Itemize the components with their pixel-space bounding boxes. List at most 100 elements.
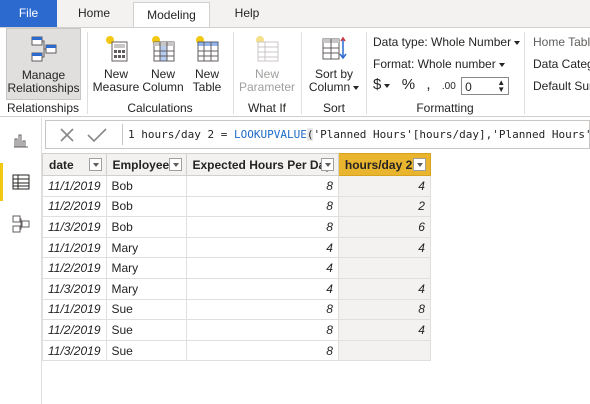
default-summarization-dropdown[interactable]: Default Sur — [533, 79, 590, 93]
column-header-employee[interactable]: Employee — [105, 153, 187, 176]
table-row[interactable]: 11/2/2019 Bob 8 2 — [42, 195, 431, 218]
cell-employee[interactable]: Mary — [105, 277, 187, 300]
data-type-dropdown[interactable]: Data type: Whole Number — [373, 35, 521, 49]
ribbon: Manage Relationships Relationships New M… — [0, 27, 590, 117]
cell-hours-day-2[interactable] — [337, 339, 431, 362]
chevron-down-icon[interactable] — [384, 83, 391, 88]
data-view-button[interactable] — [0, 163, 42, 201]
ribbon-divider — [87, 32, 88, 114]
column-header-expected-hours[interactable]: Expected Hours Per Day — [185, 153, 339, 176]
group-label-sort: Sort — [322, 101, 345, 115]
parameter-icon — [256, 36, 279, 62]
cell-employee[interactable]: Bob — [105, 195, 187, 218]
cell-hours-day-2[interactable]: 6 — [337, 216, 431, 238]
cell-hours-day-2[interactable]: 4 — [337, 277, 431, 300]
model-view-button[interactable] — [0, 205, 42, 243]
formula-line-number: 1 — [128, 128, 135, 141]
table-row[interactable]: 11/3/2019 Sue 8 — [42, 339, 431, 362]
cell-date[interactable]: 11/1/2019 — [42, 298, 107, 321]
cell-date[interactable]: 11/3/2019 — [42, 216, 107, 238]
filter-dropdown-icon[interactable] — [412, 158, 426, 171]
new-measure-label-1: New — [103, 67, 128, 81]
spinner-icon[interactable]: ▲ ▼ — [497, 78, 505, 93]
tab-modeling[interactable]: Modeling — [133, 2, 210, 28]
filter-dropdown-icon[interactable] — [168, 158, 182, 171]
cell-employee[interactable]: Bob — [105, 175, 187, 197]
manage-relationships-button[interactable]: Manage Relationships — [6, 28, 81, 100]
cell-employee[interactable]: Sue — [105, 339, 187, 362]
cell-hours-day-2[interactable]: 4 — [337, 319, 431, 341]
cell-date[interactable]: 11/2/2019 — [42, 257, 107, 279]
relationships-icon — [31, 36, 56, 62]
cell-employee[interactable]: Mary — [105, 257, 187, 279]
data-type-label: Data type: Whole Number — [373, 35, 512, 49]
cell-expected-hours[interactable]: 4 — [185, 257, 339, 279]
cell-employee[interactable]: Sue — [105, 298, 187, 321]
cell-expected-hours[interactable]: 8 — [185, 175, 339, 197]
cell-hours-day-2[interactable]: 4 — [337, 236, 431, 259]
table-row[interactable]: 11/1/2019 Mary 4 4 — [42, 236, 431, 259]
cell-expected-hours[interactable]: 8 — [185, 216, 339, 238]
cell-expected-hours[interactable]: 8 — [185, 195, 339, 218]
view-switcher — [0, 118, 42, 404]
new-column-button[interactable]: New Column — [141, 28, 185, 100]
column-header-hours-day-2[interactable]: hours/day 2 — [337, 153, 431, 176]
new-table-label-1: New — [194, 67, 219, 81]
currency-button[interactable]: $ — [373, 76, 381, 93]
number-format-row: $ % , .00 0 ▲ ▼ — [373, 76, 510, 96]
new-measure-label-2: Measure — [92, 80, 140, 94]
cell-employee[interactable]: Bob — [105, 216, 187, 238]
sort-by-column-button[interactable]: Sort by Column — [306, 28, 362, 100]
sort-by-column-label-1: Sort by — [314, 67, 353, 81]
table-row[interactable]: 11/2/2019 Mary 4 — [42, 257, 431, 279]
tab-file[interactable]: File — [0, 0, 57, 27]
decimals-button[interactable]: .00 — [442, 81, 456, 92]
table-row[interactable]: 11/3/2019 Mary 4 4 — [42, 277, 431, 300]
table-row[interactable]: 11/1/2019 Bob 8 4 — [42, 175, 431, 197]
cell-date[interactable]: 11/3/2019 — [42, 277, 107, 300]
column-header-date[interactable]: date — [42, 153, 107, 176]
data-category-dropdown[interactable]: Data Categ — [533, 57, 590, 71]
report-view-button[interactable] — [0, 121, 42, 159]
cell-expected-hours[interactable]: 8 — [185, 319, 339, 341]
filter-dropdown-icon[interactable] — [320, 158, 334, 171]
cell-date[interactable]: 11/1/2019 — [42, 175, 107, 197]
cell-hours-day-2[interactable] — [337, 257, 431, 279]
cell-employee[interactable]: Mary — [105, 236, 187, 259]
decimal-places-input[interactable]: 0 ▲ ▼ — [461, 76, 510, 95]
new-table-button[interactable]: New Table — [186, 28, 228, 100]
formula-divider — [122, 124, 123, 145]
table-row[interactable]: 11/1/2019 Sue 8 8 — [42, 298, 431, 321]
cell-expected-hours[interactable]: 4 — [185, 236, 339, 259]
comma-button[interactable]: , — [426, 76, 430, 93]
cell-date[interactable]: 11/2/2019 — [42, 195, 107, 218]
percent-button[interactable]: % — [402, 76, 415, 93]
new-measure-button[interactable]: New Measure — [92, 28, 140, 100]
cell-hours-day-2[interactable]: 4 — [337, 175, 431, 197]
commit-check-icon[interactable] — [87, 126, 107, 144]
cell-expected-hours[interactable]: 4 — [185, 277, 339, 300]
tab-home[interactable]: Home — [65, 0, 123, 27]
cell-hours-day-2[interactable]: 8 — [337, 298, 431, 321]
cell-hours-day-2[interactable]: 2 — [337, 195, 431, 218]
cell-date[interactable]: 11/1/2019 — [42, 236, 107, 259]
table-row[interactable]: 11/3/2019 Bob 8 6 — [42, 216, 431, 238]
cell-expected-hours[interactable]: 8 — [185, 339, 339, 362]
cell-expected-hours[interactable]: 8 — [185, 298, 339, 321]
home-table-dropdown[interactable]: Home Table — [533, 35, 590, 49]
column-header-label: date — [49, 157, 74, 172]
new-parameter-label-2: Parameter — [238, 80, 296, 94]
new-parameter-button[interactable]: New Parameter — [238, 28, 296, 100]
filter-dropdown-icon[interactable] — [88, 158, 102, 171]
tab-help[interactable]: Help — [220, 0, 274, 27]
chevron-down-icon — [498, 62, 505, 67]
cancel-icon[interactable] — [59, 126, 75, 144]
column-header-label: Employee — [112, 157, 170, 172]
cell-date[interactable]: 11/2/2019 — [42, 319, 107, 341]
table-row[interactable]: 11/2/2019 Sue 8 4 — [42, 319, 431, 341]
format-dropdown[interactable]: Format: Whole number — [373, 57, 505, 71]
formula-input[interactable]: 1 hours/day 2 = LOOKUPVALUE('Planned Hou… — [128, 128, 590, 141]
cell-employee[interactable]: Sue — [105, 319, 187, 341]
cell-date[interactable]: 11/3/2019 — [42, 339, 107, 362]
data-table: date Employee Expected Hours Per Day hou… — [42, 153, 431, 362]
